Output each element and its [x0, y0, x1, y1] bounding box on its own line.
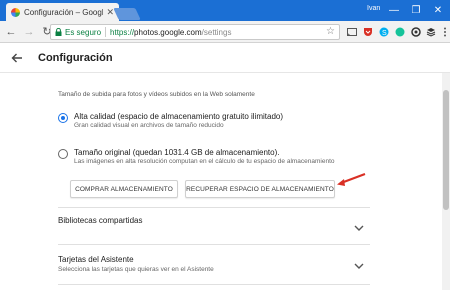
assistant-cards-title[interactable]: Tarjetas del Asistente — [58, 255, 134, 264]
original-size-radio[interactable] — [58, 149, 68, 159]
original-size-label: Tamaño original (quedan 1031.4 GB de alm… — [74, 148, 280, 157]
section-divider — [58, 244, 370, 245]
browser-tab[interactable]: Configuración – Google ✕ — [6, 3, 119, 21]
section-divider — [58, 284, 370, 285]
chevron-down-icon[interactable] — [354, 262, 364, 270]
assistant-cards-subtitle: Selecciona las tarjetas que quieras ver … — [58, 266, 214, 273]
maximize-icon[interactable]: ❐ — [405, 2, 427, 19]
cast-icon[interactable] — [346, 26, 358, 38]
url-protocol: https:// — [110, 27, 135, 37]
svg-text:S: S — [382, 30, 387, 37]
section-divider — [58, 207, 370, 208]
browser-user-name[interactable]: Ivan — [367, 5, 380, 12]
lock-icon — [55, 28, 62, 36]
buy-storage-button[interactable]: COMPRAR ALMACENAMIENTO — [70, 180, 178, 198]
annotation-arrow-icon — [337, 172, 366, 186]
browser-titlebar: Configuración – Google ✕ Ivan — ❐ ✕ — [0, 0, 450, 21]
high-quality-label: Alta calidad (espacio de almacenamiento … — [74, 112, 283, 121]
skype-extension-icon[interactable]: S — [378, 26, 390, 38]
upload-size-heading: Tamaño de subida para fotos y vídeos sub… — [58, 91, 255, 98]
high-quality-radio[interactable] — [58, 113, 68, 123]
back-icon[interactable]: ← — [4, 25, 18, 39]
tab-title: Configuración – Google — [24, 7, 104, 17]
window-close-icon[interactable]: ✕ — [427, 2, 449, 19]
minimize-icon[interactable]: — — [383, 2, 405, 19]
url-host: photos.google.com — [134, 27, 202, 37]
url-path: /settings — [201, 27, 232, 37]
shared-libraries-title[interactable]: Bibliotecas compartidas — [58, 216, 142, 225]
original-size-description: Las imágenes en alta resolución computan… — [74, 158, 335, 165]
secure-indicator[interactable]: Es seguro — [55, 28, 101, 37]
forward-icon[interactable]: → — [22, 25, 36, 39]
new-tab-button[interactable] — [113, 8, 141, 20]
pocket-extension-icon[interactable] — [362, 26, 374, 38]
secure-label: Es seguro — [65, 27, 102, 37]
google-photos-favicon-icon — [11, 7, 20, 17]
address-bar[interactable]: Es seguro https:// photos.google.com /se… — [50, 24, 340, 40]
buffer-extension-icon[interactable] — [425, 26, 437, 38]
chevron-down-icon[interactable] — [354, 224, 364, 232]
recover-storage-button[interactable]: RECUPERAR ESPACIO DE ALMACENAMIENTO — [185, 180, 335, 198]
settings-header: Configuración — [0, 43, 450, 73]
high-quality-description: Gran calidad visual en archivos de tamañ… — [74, 122, 224, 129]
page-title: Configuración — [38, 52, 113, 64]
chrome-menu-icon[interactable] — [439, 26, 450, 38]
back-arrow-icon[interactable] — [10, 51, 24, 65]
grammarly-extension-icon[interactable] — [394, 26, 406, 38]
omnibox-separator — [105, 27, 107, 37]
scrollbar-thumb[interactable] — [443, 90, 449, 210]
bookmark-star-icon[interactable]: ☆ — [326, 26, 335, 37]
circular-extension-icon[interactable] — [410, 26, 422, 38]
